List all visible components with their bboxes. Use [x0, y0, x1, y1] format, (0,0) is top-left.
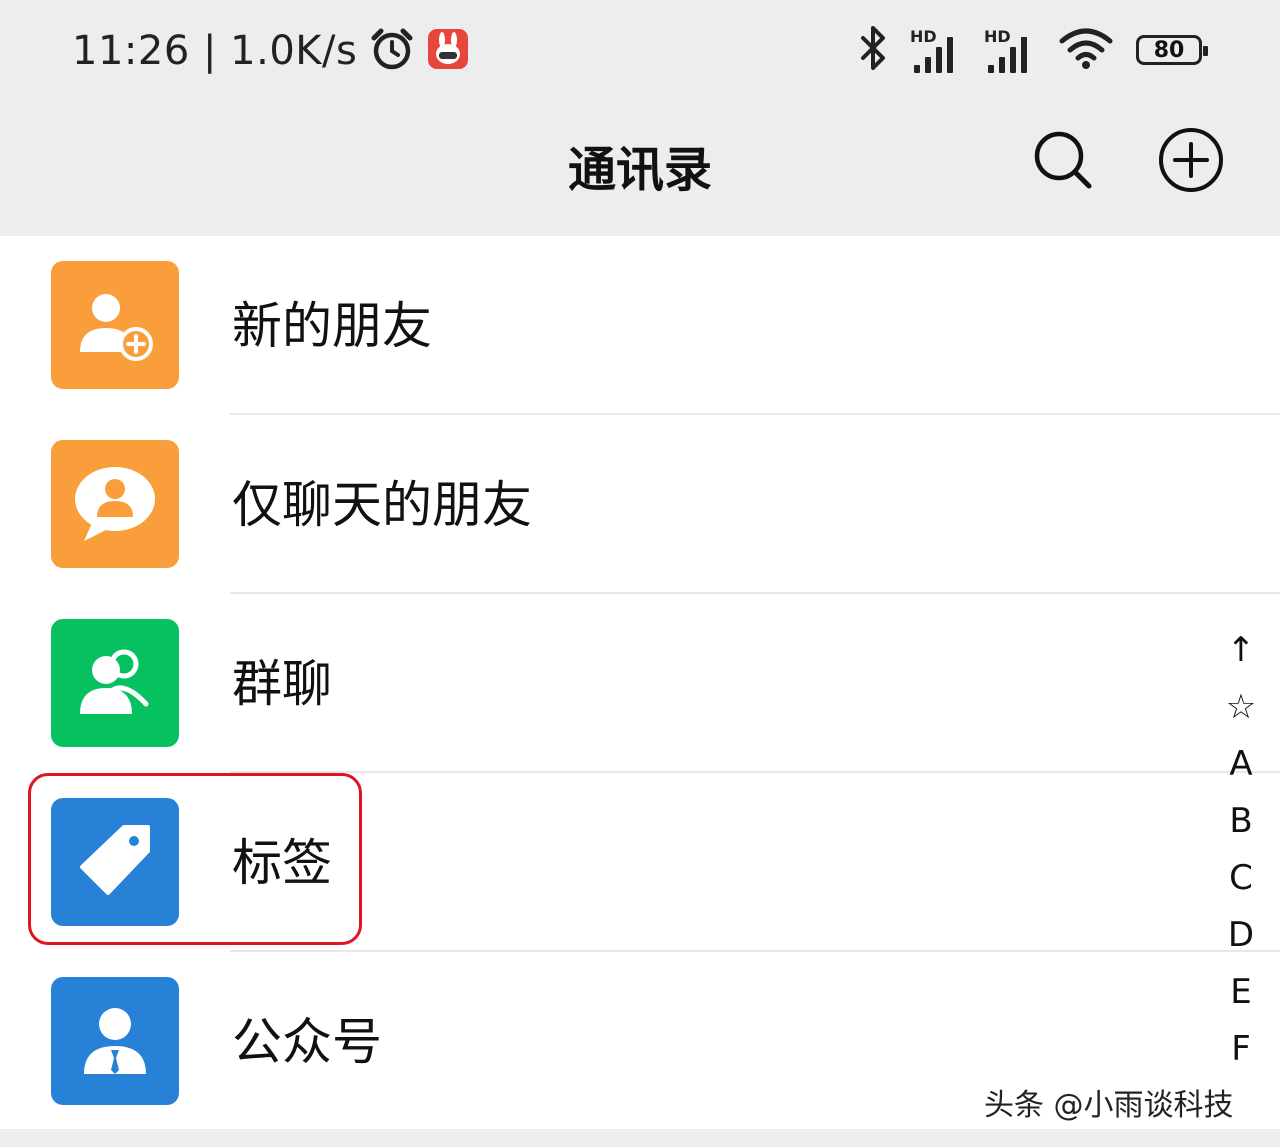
list-item-label: 群聊	[232, 655, 332, 713]
bottom-strip	[0, 1129, 1280, 1147]
wifi-icon	[1058, 25, 1114, 75]
battery-icon: 80	[1136, 35, 1208, 65]
add-button[interactable]	[1156, 125, 1226, 195]
new-friend-icon	[51, 261, 179, 389]
contacts-menu-list: 新的朋友 仅聊天的朋友 群聊 标签 公众号	[0, 236, 1280, 1129]
status-right: HD HD 80	[858, 24, 1208, 76]
chat-bubble-person-icon	[51, 440, 179, 568]
list-item-label: 标签	[232, 834, 332, 892]
status-time: 11:26 | 1.0K/s	[72, 28, 358, 74]
list-item-tags[interactable]: 标签	[0, 773, 1280, 952]
watermark-text: 头条 @小雨谈科技	[984, 1088, 1234, 1123]
bluetooth-icon	[858, 24, 888, 76]
hd-label: HD	[984, 27, 1011, 46]
list-item-label: 仅聊天的朋友	[232, 476, 532, 534]
index-letter-a[interactable]: A	[1212, 736, 1270, 793]
list-item-group-chats[interactable]: 群聊	[0, 594, 1280, 773]
index-letter-b[interactable]: B	[1212, 793, 1270, 850]
search-icon	[1034, 131, 1092, 189]
index-up-arrow[interactable]: ↑	[1212, 622, 1270, 679]
alarm-icon	[369, 26, 415, 76]
list-item-chat-only-friends[interactable]: 仅聊天的朋友	[0, 415, 1280, 594]
group-people-icon	[51, 619, 179, 747]
search-button[interactable]	[1028, 125, 1098, 195]
index-letter-f[interactable]: F	[1212, 1021, 1270, 1078]
alphabet-index-bar[interactable]: ↑ ☆ A B C D E F	[1212, 622, 1270, 1078]
list-item-label: 新的朋友	[232, 297, 432, 355]
app-notification-icon	[427, 28, 469, 74]
list-item-label: 公众号	[232, 1013, 382, 1071]
hd-label: HD	[910, 27, 937, 46]
index-letter-e[interactable]: E	[1212, 964, 1270, 1021]
plus-circle-icon	[1159, 128, 1223, 192]
status-left: 11:26 | 1.0K/s	[72, 26, 469, 76]
signal-icon-sim2: HD	[984, 27, 1036, 73]
index-letter-c[interactable]: C	[1212, 850, 1270, 907]
index-letter-d[interactable]: D	[1212, 907, 1270, 964]
status-bar: 11:26 | 1.0K/s HD HD 80	[0, 0, 1280, 100]
index-star[interactable]: ☆	[1212, 679, 1270, 736]
list-item-new-friends[interactable]: 新的朋友	[0, 236, 1280, 415]
top-header: 通讯录	[0, 100, 1280, 235]
signal-icon-sim1: HD	[910, 27, 962, 73]
tag-icon	[51, 798, 179, 926]
official-account-icon	[51, 977, 179, 1105]
